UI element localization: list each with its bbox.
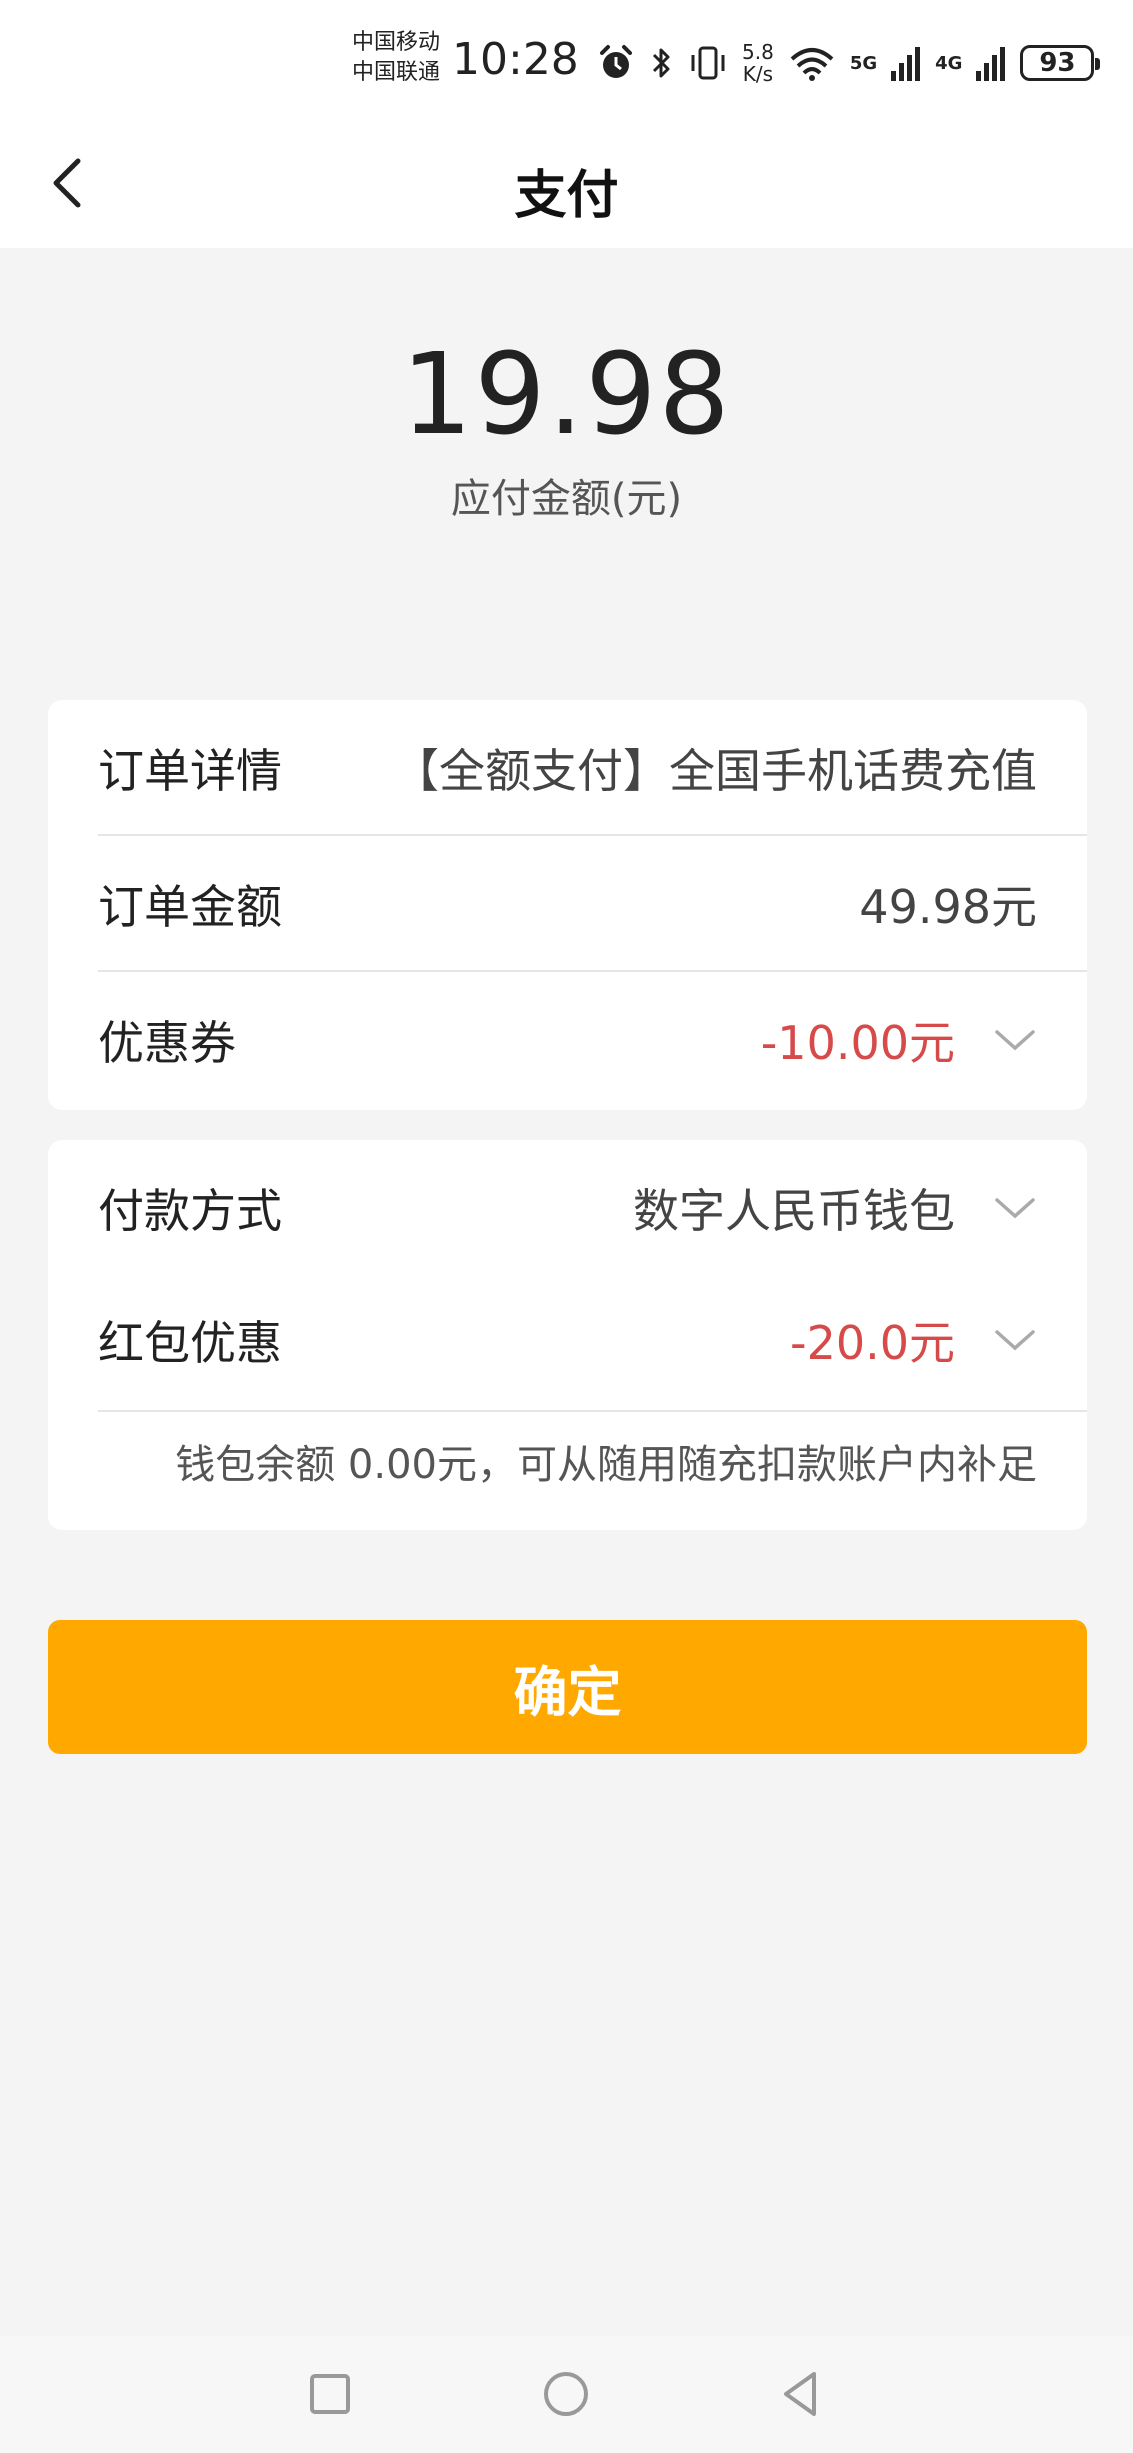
wifi-icon <box>790 48 834 81</box>
red-packet-value: -20.0元 <box>789 1316 955 1370</box>
system-nav-bar <box>0 2336 1133 2453</box>
sim1-band: 5G <box>849 52 878 74</box>
payment-method-value-group[interactable]: 数字人民币钱包 <box>633 1175 1037 1241</box>
battery-level: 93 <box>1039 48 1076 78</box>
chevron-down-icon[interactable] <box>993 1026 1037 1054</box>
status-time: 10:28 <box>452 34 579 85</box>
triangle-back-icon[interactable] <box>772 2364 832 2424</box>
order-amount-value: 49.98元 <box>859 880 1037 934</box>
order-amount-row: 订单金额 49.98元 <box>98 836 1037 972</box>
payment-method-row[interactable]: 付款方式 数字人民币钱包 <box>98 1140 1037 1276</box>
battery-icon: 93 <box>1020 45 1101 81</box>
status-bar: 中国移动 中国联通 10:28 5.8 K/s 5G 4G 93 <box>0 0 1133 125</box>
carrier-2: 中国联通 <box>352 60 441 85</box>
circle-home-icon[interactable] <box>536 2364 596 2424</box>
chevron-down-icon[interactable] <box>993 1326 1037 1354</box>
payment-method-value: 数字人民币钱包 <box>633 1184 955 1238</box>
vibrate-icon <box>691 46 725 80</box>
signal-icon <box>891 47 921 81</box>
divider <box>98 1410 1087 1412</box>
coupon-row[interactable]: 优惠券 -10.00元 <box>98 972 1037 1108</box>
carrier-labels: 中国移动 中国联通 <box>352 28 440 88</box>
status-icons: 5.8 K/s 5G 4G 93 <box>596 38 1101 88</box>
page-title: 支付 <box>514 166 619 226</box>
bluetooth-icon <box>652 48 670 78</box>
order-card: 订单详情 【全额支付】全国手机话费充值 订单金额 49.98元 优惠券 -10.… <box>48 700 1087 1110</box>
net-speed: 5.8 K/s <box>742 40 774 86</box>
payment-method-label: 付款方式 <box>98 1184 282 1238</box>
coupon-value: -10.00元 <box>760 1016 955 1070</box>
order-detail-label: 订单详情 <box>98 744 282 798</box>
order-detail-row: 订单详情 【全额支付】全国手机话费充值 <box>98 700 1037 836</box>
sim2-band: 4G <box>935 52 963 74</box>
coupon-label: 优惠券 <box>98 1016 236 1070</box>
carrier-1: 中国移动 <box>352 30 441 55</box>
coupon-value-group[interactable]: -10.00元 <box>761 1007 1037 1073</box>
order-amount-label: 订单金额 <box>98 880 282 934</box>
payable-amount-label: 应付金额(元) <box>450 476 683 522</box>
square-recent-icon[interactable] <box>300 2364 360 2424</box>
payable-amount: 19.98 <box>401 330 732 460</box>
signal-icon <box>976 47 1006 81</box>
chevron-down-icon[interactable] <box>993 1194 1037 1222</box>
confirm-button[interactable]: 确定 <box>48 1620 1087 1754</box>
red-packet-row[interactable]: 红包优惠 -20.0元 <box>98 1272 1037 1408</box>
red-packet-value-group[interactable]: -20.0元 <box>790 1307 1037 1373</box>
wallet-balance-note: 钱包余额 0.00元，可从随用随充扣款账户内补足 <box>175 1442 1037 1488</box>
order-detail-value: 【全额支付】全国手机话费充值 <box>393 744 1037 798</box>
red-packet-label: 红包优惠 <box>98 1316 282 1370</box>
app-header: 支付 <box>0 125 1133 248</box>
alarm-icon <box>600 45 632 78</box>
payment-method-card: 付款方式 数字人民币钱包 红包优惠 -20.0元 钱包余额 0.00元，可从随用… <box>48 1140 1087 1530</box>
